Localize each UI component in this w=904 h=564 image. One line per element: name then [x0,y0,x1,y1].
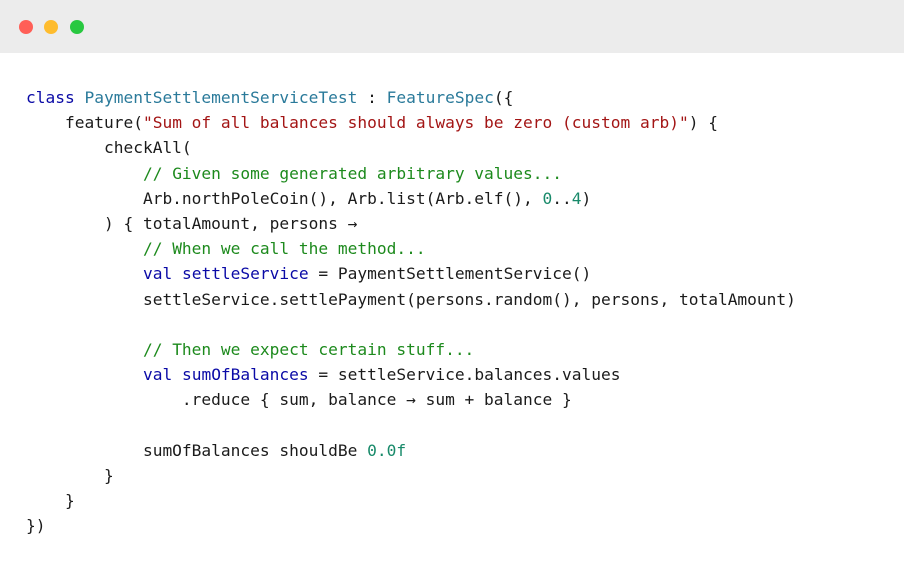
code-token-plain: .. [552,188,572,208]
code-line: settleService.settlePayment(persons.rand… [26,287,896,312]
code-window: class PaymentSettlementServiceTest : Fea… [0,0,904,564]
code-token-plain: : [357,88,387,107]
code-line: // When we call the method... [26,236,896,261]
code-token-comment: // When we call the method... [142,239,426,259]
code-line: .reduce { sum, balance → sum + balance } [26,387,896,412]
code-line: // Then we expect certain stuff... [26,337,896,362]
code-line: val sumOfBalances = settleService.balanc… [26,362,896,387]
code-token-plain: }) [26,516,46,536]
code-token-plain: Arb.northPoleCoin(), Arb.list(Arb.elf(), [26,188,543,208]
code-token-number: 0 [542,188,553,208]
code-token-plain: ) { totalAmount, persons → [26,213,358,233]
code-token-decl: settleService [181,264,309,284]
code-line: } [26,488,896,513]
zoom-window-button[interactable] [70,20,84,34]
code-line: Arb.northPoleCoin(), Arb.list(Arb.elf(),… [26,186,896,211]
code-line: feature("Sum of all balances should alwa… [26,110,896,135]
code-token-plain: } [26,465,114,485]
code-token-type: FeatureSpec [386,88,494,107]
code-token-plain: feature( [26,113,143,133]
code-token-number: 0.0f [367,440,407,460]
close-window-button[interactable] [19,20,33,34]
code-line: } [26,463,896,488]
code-line: checkAll( [26,135,896,160]
code-token-plain: = settleService.balances.values [308,365,621,385]
code-token-plain: .reduce { sum, balance → sum + balance } [26,390,572,410]
code-block: class PaymentSettlementServiceTest : Fea… [26,85,896,538]
code-token-plain: ) { [688,113,718,133]
minimize-window-button[interactable] [44,20,58,34]
code-token-plain: settleService.settlePayment(persons.rand… [26,289,796,309]
code-line: ) { totalAmount, persons → [26,211,896,236]
code-line: }) [26,513,896,538]
code-token-number: 4 [571,188,582,208]
code-token-keyword: val [142,264,173,284]
code-line: class PaymentSettlementServiceTest : Fea… [26,85,896,110]
code-token-comment: // Then we expect certain stuff... [142,339,475,359]
code-line: sumOfBalances shouldBe 0.0f [26,438,896,463]
code-line: // Given some generated arbitrary values… [26,161,896,186]
code-token-plain: ({ [493,88,514,107]
code-token-plain: ) [581,188,592,208]
code-token-plain: sumOfBalances shouldBe [26,440,368,460]
code-token-keyword: val [142,365,173,385]
code-token-plain: } [26,491,75,510]
code-token-decl: sumOfBalances [181,365,309,385]
code-token-keyword: class [26,88,75,107]
code-token-comment: // Given some generated arbitrary values… [142,163,563,183]
code-token-type: PaymentSettlementServiceTest [84,88,358,107]
window-titlebar [0,0,904,53]
code-token-plain: checkAll( [26,138,192,158]
code-token-string: "Sum of all balances should always be ze… [142,113,689,133]
code-line: val settleService = PaymentSettlementSer… [26,261,896,286]
code-token-plain: = PaymentSettlementService() [308,264,592,284]
